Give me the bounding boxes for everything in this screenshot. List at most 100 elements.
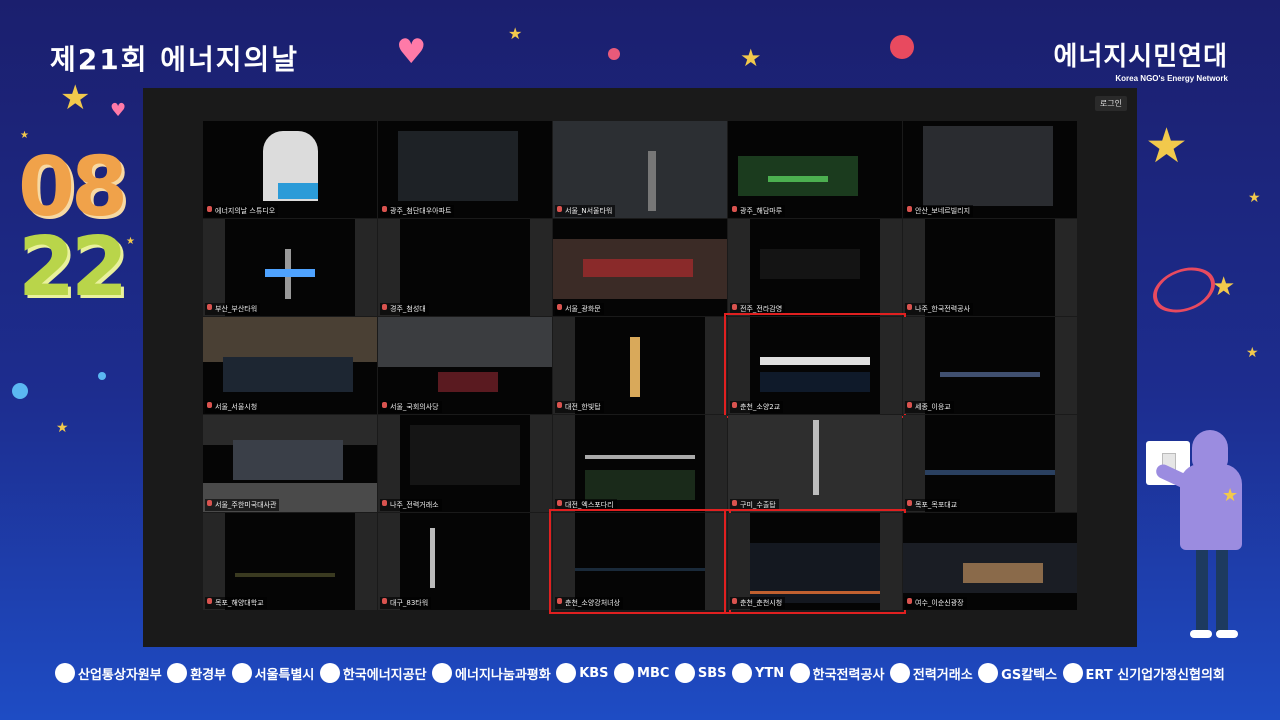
participant-tile[interactable]: 나주_한국전력공사 — [903, 219, 1077, 316]
video-scene — [553, 121, 727, 218]
sponsor-emblem-icon — [432, 663, 453, 683]
participant-name: 세종_이응교 — [905, 401, 954, 413]
mic-muted-icon — [732, 598, 737, 604]
bubble-icon — [12, 383, 28, 399]
sponsor-name: KBS — [579, 665, 609, 681]
participant-tile[interactable]: 광주_해담마루 — [728, 121, 902, 218]
sponsor-name: MBC — [637, 665, 670, 681]
participant-tile[interactable]: 춘천_소양강처녀상 — [549, 509, 731, 614]
participant-tile[interactable]: 대전_엑스포다리 — [553, 415, 727, 512]
participant-tile[interactable]: 경주_첨성대 — [378, 219, 552, 316]
participant-tile[interactable]: 안산_보네르빌리지 — [903, 121, 1077, 218]
video-scene — [235, 573, 335, 577]
participant-tile[interactable]: 부산_부산타워 — [203, 219, 377, 316]
video-feed — [575, 317, 705, 414]
sponsor-name: GS칼텍스 — [1001, 667, 1058, 683]
video-feed — [728, 121, 902, 218]
participant-tile[interactable]: 나주_전력거래소 — [378, 415, 552, 512]
participant-tile[interactable]: 춘천_소양2교 — [724, 313, 906, 418]
video-scene — [760, 249, 860, 279]
video-feed — [925, 415, 1055, 512]
participant-name: 서울_국회의사당 — [380, 401, 442, 413]
sponsor-name: 에너지나눔과평화 — [455, 667, 551, 683]
mic-muted-icon — [207, 598, 212, 604]
video-scene — [940, 372, 1040, 377]
person-illustration: ★ — [1150, 420, 1250, 650]
sponsor-emblem-icon — [674, 663, 695, 683]
participant-tile[interactable]: 서울_국회의사당 — [378, 317, 552, 414]
participant-tile[interactable]: 목포_해양대학교 — [203, 513, 377, 610]
event-date: 08 22 — [18, 140, 138, 309]
mic-muted-icon — [207, 304, 212, 310]
video-scene — [585, 470, 695, 500]
sponsor-logo: MBC — [614, 663, 669, 683]
star-icon: ★ — [1248, 190, 1261, 206]
participant-tile[interactable]: 에너지의날 스튜디오 — [203, 121, 377, 218]
participant-tile[interactable]: 서울_N서울타워 — [553, 121, 727, 218]
participant-tile[interactable]: 서울_광화문 — [553, 219, 727, 316]
sponsor-bar: 산업통상자원부 환경부 서울특별시 한국에너지공단 에너지나눔과평화 KBS MBC SBS Y… — [55, 660, 1225, 686]
sponsor-logo: 산업통상자원부 — [55, 663, 162, 683]
participant-tile[interactable]: 대전_한빛탑 — [553, 317, 727, 414]
participant-name: 서울_광화문 — [555, 303, 604, 315]
participant-name: 여수_이순신광장 — [905, 597, 967, 609]
participant-tile[interactable]: 목포_목포대교 — [903, 415, 1077, 512]
sponsor-emblem-icon — [556, 663, 577, 683]
sponsor-logo: 전력거래소 — [889, 663, 973, 683]
video-scene — [430, 528, 435, 588]
star-icon: ★ — [508, 24, 523, 43]
participant-name: 부산_부산타워 — [205, 303, 261, 315]
sponsor-logo: ERT 신기업가정신협의회 — [1062, 663, 1225, 683]
mic-muted-icon — [557, 304, 562, 310]
participant-tile[interactable]: 대구_83타워 — [378, 513, 552, 610]
mic-muted-icon — [907, 500, 912, 506]
mic-muted-icon — [382, 402, 387, 408]
bubble-icon — [98, 372, 106, 380]
sponsor-logo: 한국에너지공단 — [319, 663, 427, 683]
date-month: 08 — [18, 140, 128, 235]
participant-name: 구미_수출탑 — [730, 499, 779, 511]
star-icon: ★ — [1246, 345, 1259, 361]
video-scene — [410, 425, 520, 485]
participant-name: 춘천_소양강처녀상 — [555, 597, 624, 609]
participant-name: 서울_N서울타워 — [555, 205, 616, 217]
video-scene — [585, 455, 695, 459]
video-scene — [813, 420, 819, 495]
participant-tile[interactable]: 광주_첨단대우아파트 — [378, 121, 552, 218]
participant-name: 전주_전라감영 — [730, 303, 786, 315]
participant-tile[interactable]: 여수_이순신광장 — [903, 513, 1077, 610]
mic-muted-icon — [557, 500, 562, 506]
participant-tile[interactable]: 서울_서울시청 — [203, 317, 377, 414]
mic-muted-icon — [207, 402, 212, 408]
mic-muted-icon — [907, 402, 912, 408]
mic-muted-icon — [382, 304, 387, 310]
participant-tile[interactable]: 전주_전라감영 — [728, 219, 902, 316]
participant-tile[interactable]: 춘천_춘천시청 — [724, 509, 906, 614]
video-feed — [728, 415, 902, 512]
star-icon: ★ — [1212, 272, 1236, 302]
video-scene — [438, 372, 498, 392]
sponsor-name: 산업통상자원부 — [78, 667, 162, 683]
login-button[interactable]: 로그인 — [1094, 96, 1127, 111]
participant-name: 나주_한국전력공사 — [905, 303, 974, 315]
participant-tile[interactable]: 구미_수출탑 — [728, 415, 902, 512]
sponsor-emblem-icon — [614, 663, 635, 683]
video-scene — [203, 317, 377, 362]
mic-muted-icon — [557, 402, 562, 408]
video-feed — [925, 219, 1055, 316]
mic-muted-icon — [207, 206, 212, 212]
star-icon: ★ — [56, 420, 69, 436]
video-conference-window: 로그인 에너지의날 스튜디오 광주_첨단대우아파트 서울_N서울타워 광주_해담마루 안… — [143, 88, 1137, 647]
sponsor-emblem-icon — [889, 663, 910, 683]
organizer-subtitle: Korea NGO's Energy Network — [1115, 74, 1228, 83]
video-scene — [750, 591, 880, 594]
participant-tile[interactable]: 서울_주한미국대사관 — [203, 415, 377, 512]
mic-muted-icon — [732, 500, 737, 506]
sponsor-name: ERT 신기업가정신협의회 — [1085, 667, 1225, 683]
star-icon: ★ — [740, 44, 762, 72]
video-scene — [760, 357, 870, 365]
video-feed — [750, 513, 880, 610]
participant-name: 나주_전력거래소 — [380, 499, 442, 511]
participant-tile[interactable]: 세종_이응교 — [903, 317, 1077, 414]
video-feed — [925, 317, 1055, 414]
